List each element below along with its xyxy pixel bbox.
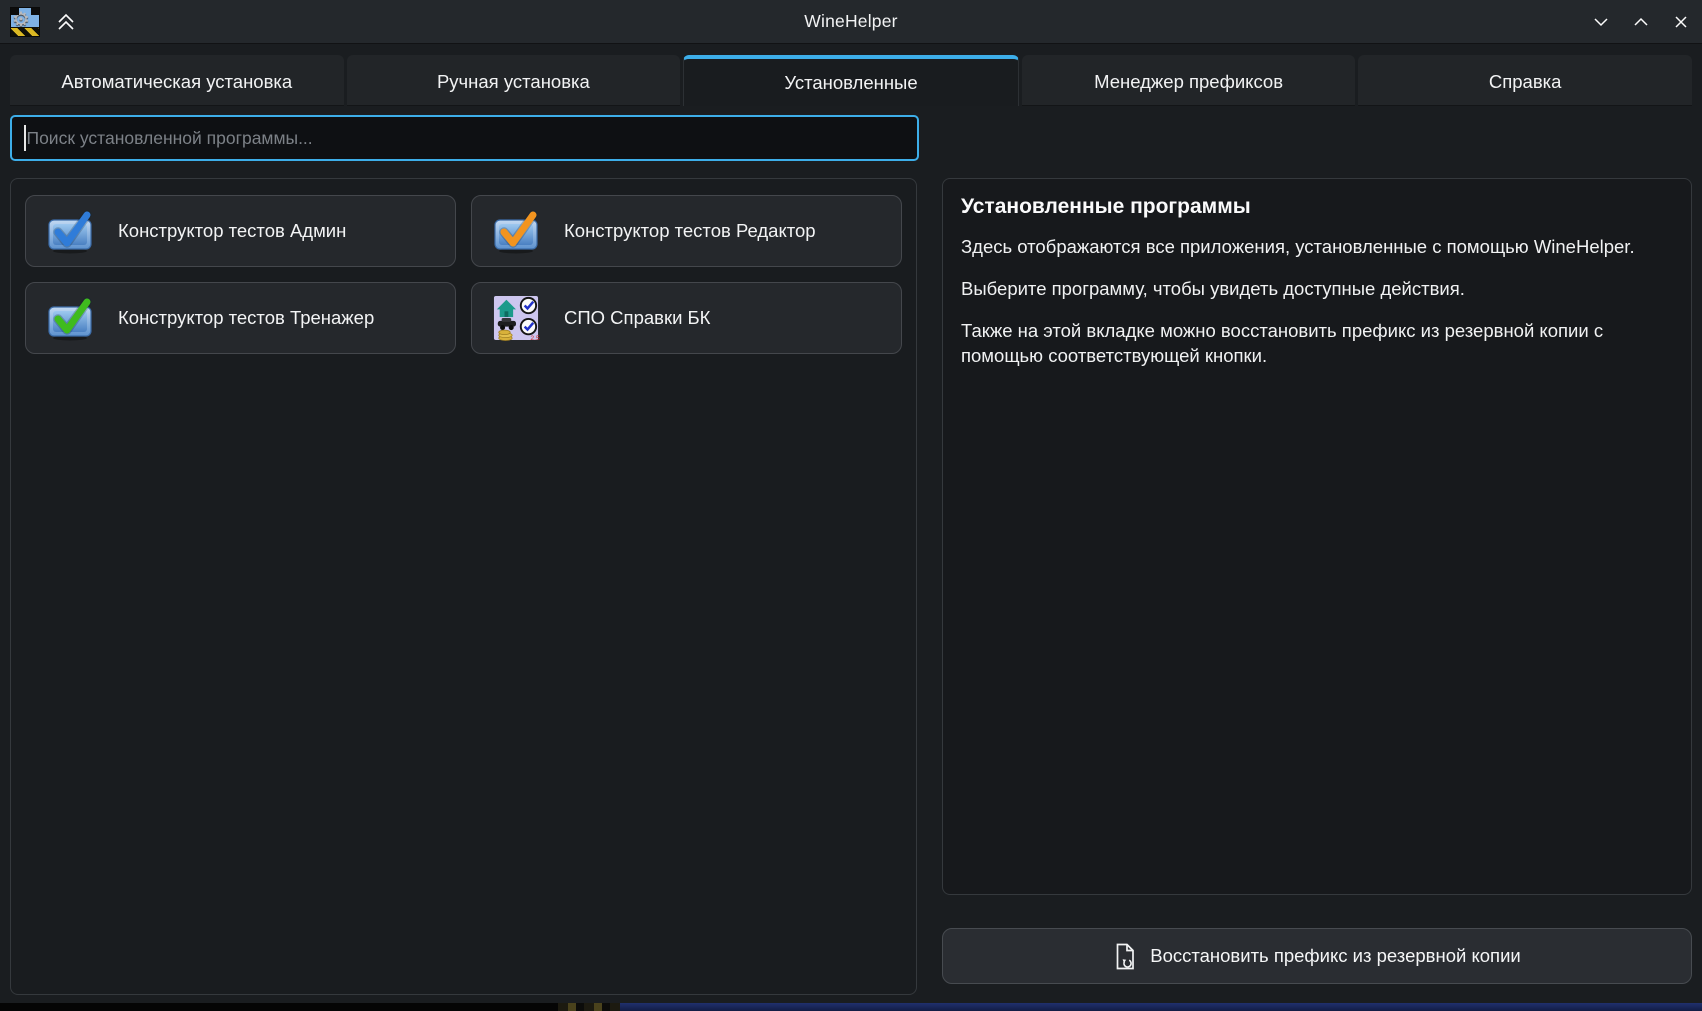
scaffold-bar — [11, 8, 39, 15]
tab-bar: Автоматическая установка Ручная установк… — [10, 55, 1692, 106]
restore-button-label: Восстановить префикс из резервной копии — [1150, 945, 1521, 967]
tab-label: Автоматическая установка — [61, 71, 292, 93]
tab-label: Справка — [1489, 71, 1562, 93]
tab-help[interactable]: Справка — [1358, 55, 1692, 106]
maximize-button[interactable] — [1628, 9, 1654, 35]
checkbox-check-icon — [492, 208, 540, 254]
info-panel-title: Установленные программы — [961, 195, 1673, 219]
info-paragraph: Также на этой вкладке можно восстановить… — [961, 319, 1673, 369]
chevron-double-up-icon — [55, 12, 77, 32]
hazard-stripes — [11, 27, 39, 36]
program-card-konstruktor-admin[interactable]: Конструктор тестов Админ — [25, 195, 456, 267]
info-panel: Установленные программы Здесь отображают… — [942, 178, 1692, 895]
chevron-down-icon — [1592, 13, 1610, 31]
close-x-icon — [1672, 13, 1690, 31]
winehelper-window: ⚙ WineHelper — [0, 0, 1702, 1011]
spravki-collage-icon: 2.5 — [492, 295, 540, 341]
text-caret — [24, 125, 26, 151]
close-button[interactable] — [1668, 9, 1694, 35]
window-title: WineHelper — [0, 11, 1702, 32]
document-restore-icon — [1113, 943, 1137, 970]
version-badge: 2.5 — [530, 335, 540, 341]
window-controls — [1588, 0, 1694, 44]
program-label: Конструктор тестов Тренажер — [118, 307, 374, 329]
program-label: Конструктор тестов Админ — [118, 220, 346, 242]
tab-label: Установленные — [784, 72, 917, 94]
tab-label: Менеджер префиксов — [1094, 71, 1283, 93]
desktop-strip-left — [558, 1003, 620, 1011]
info-paragraph: Здесь отображаются все приложения, устан… — [961, 235, 1673, 260]
checkbox-check-icon — [46, 295, 94, 341]
desktop-strip — [0, 1003, 1702, 1011]
tab-label: Ручная установка — [437, 71, 590, 93]
installed-programs-panel: Конструктор тестов Админ Конструктор тес… — [10, 178, 917, 995]
restore-prefix-button[interactable]: Восстановить префикс из резервной копии — [942, 928, 1692, 984]
search-input[interactable]: Поиск установленной программы... — [10, 115, 919, 161]
tab-manual-install[interactable]: Ручная установка — [347, 55, 681, 106]
program-label: Конструктор тестов Редактор — [564, 220, 816, 242]
shade-window-button[interactable] — [52, 8, 80, 36]
program-label: СПО Справки БК — [564, 307, 710, 329]
tab-installed[interactable]: Установленные — [683, 55, 1019, 106]
program-card-konstruktor-trenazher[interactable]: Конструктор тестов Тренажер — [25, 282, 456, 354]
titlebar: ⚙ WineHelper — [0, 0, 1702, 44]
app-menu-icon[interactable]: ⚙ — [10, 7, 40, 37]
info-paragraph: Выберите программу, чтобы увидеть доступ… — [961, 277, 1673, 302]
program-card-spo-spravki-bk[interactable]: 2.5 СПО Справки БК — [471, 282, 902, 354]
minimize-button[interactable] — [1588, 9, 1614, 35]
program-card-konstruktor-redaktor[interactable]: Конструктор тестов Редактор — [471, 195, 902, 267]
checkbox-check-icon — [46, 208, 94, 254]
desktop-strip-right — [620, 1003, 1702, 1011]
chevron-up-icon — [1632, 13, 1650, 31]
tab-auto-install[interactable]: Автоматическая установка — [10, 55, 344, 106]
search-placeholder: Поиск установленной программы... — [27, 128, 313, 149]
tab-prefix-manager[interactable]: Менеджер префиксов — [1022, 55, 1356, 106]
